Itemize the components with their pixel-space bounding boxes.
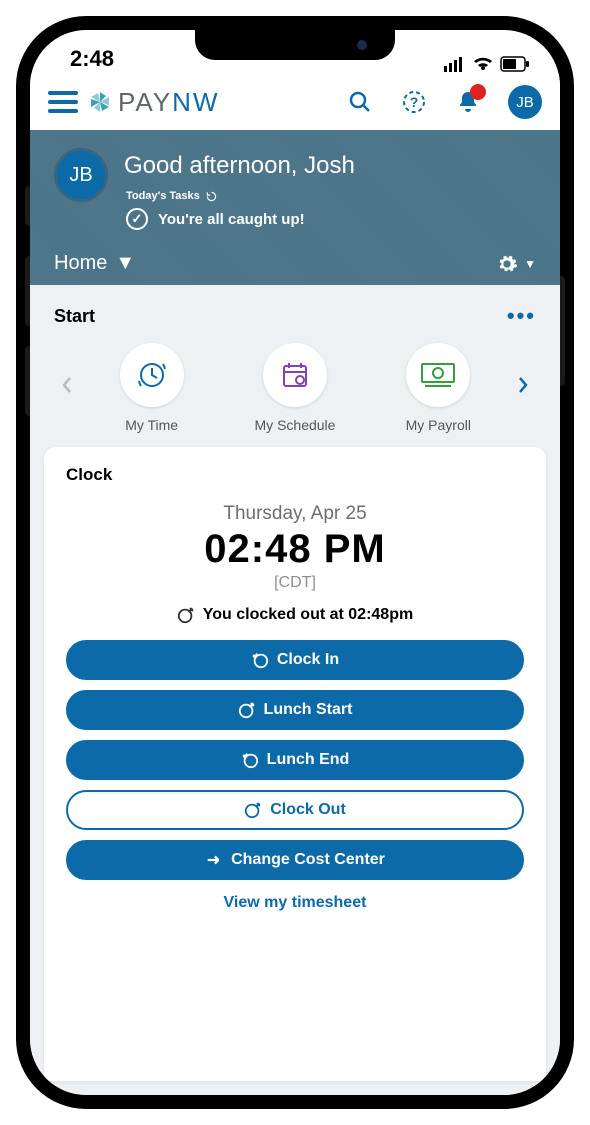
battery-icon <box>500 56 530 72</box>
arrow-right-icon <box>205 851 223 869</box>
clock-in-icon <box>251 651 269 669</box>
tile-label: My Payroll <box>406 417 471 433</box>
clock-tz: [CDT] <box>66 574 524 592</box>
lunch-start-icon <box>238 701 256 719</box>
profile-avatar[interactable]: JB <box>508 85 542 119</box>
search-button[interactable] <box>346 88 374 116</box>
caret-down-icon: ▼ <box>115 252 135 275</box>
search-icon <box>348 90 372 114</box>
calendar-icon <box>278 358 312 392</box>
chevron-right-icon <box>517 376 529 394</box>
svg-text:?: ? <box>410 94 419 110</box>
tile-my-time[interactable]: My Time <box>92 343 212 433</box>
menu-button[interactable] <box>48 91 78 113</box>
chevron-left-icon <box>61 376 73 394</box>
clock-title: Clock <box>66 465 524 485</box>
tiles-prev[interactable] <box>54 376 80 400</box>
clock-time: 02:48 PM <box>66 527 524 572</box>
clock-out-icon <box>177 606 195 624</box>
start-section: Start ••• My Time <box>30 285 560 447</box>
banner-avatar[interactable]: JB <box>54 148 108 202</box>
pinwheel-icon <box>88 90 112 114</box>
help-button[interactable]: ? <box>400 88 428 116</box>
lunch-end-button[interactable]: Lunch End <box>66 740 524 780</box>
tile-label: My Schedule <box>255 417 336 433</box>
start-more-button[interactable]: ••• <box>507 303 536 329</box>
change-cost-center-button[interactable]: Change Cost Center <box>66 840 524 880</box>
clock-out-icon <box>244 801 262 819</box>
notification-dot <box>470 84 486 100</box>
brand-logo: PAYNW <box>88 87 336 118</box>
clock-card: Clock Thursday, Apr 25 02:48 PM [CDT] Yo… <box>44 447 546 1081</box>
caught-up-row: ✓ You're all caught up! <box>126 208 536 230</box>
gear-icon <box>496 253 518 275</box>
greeting-banner: JB Good afternoon, Josh Today's Tasks ✓ … <box>30 130 560 285</box>
logo-text-pay: PAY <box>118 87 172 117</box>
phone-notch <box>195 30 395 60</box>
banner-settings[interactable]: ▼ <box>496 253 536 275</box>
lunch-start-button[interactable]: Lunch Start <box>66 690 524 730</box>
home-dropdown[interactable]: Home ▼ <box>54 252 135 275</box>
clock-in-button[interactable]: Clock In <box>66 640 524 680</box>
logo-text-nw: NW <box>172 87 219 117</box>
clock-date: Thursday, Apr 25 <box>66 503 524 525</box>
todays-tasks-label[interactable]: Today's Tasks <box>126 190 536 202</box>
refresh-icon <box>206 191 217 202</box>
notifications-button[interactable] <box>454 88 482 116</box>
tile-label: My Time <box>125 417 178 433</box>
tiles-next[interactable] <box>510 376 536 400</box>
lunch-end-icon <box>241 751 259 769</box>
check-icon: ✓ <box>126 208 148 230</box>
help-icon: ? <box>401 89 427 115</box>
tile-my-payroll[interactable]: My Payroll <box>378 343 498 433</box>
clock-icon <box>135 358 169 392</box>
wifi-icon <box>472 56 494 72</box>
caret-down-icon: ▼ <box>524 257 536 271</box>
greeting-text: Good afternoon, Josh <box>124 152 536 180</box>
clock-status: You clocked out at 02:48pm <box>66 606 524 624</box>
view-timesheet-link[interactable]: View my timesheet <box>66 894 524 912</box>
start-title: Start <box>54 306 95 327</box>
clock-out-button[interactable]: Clock Out <box>66 790 524 830</box>
signal-icon <box>444 56 466 72</box>
status-time: 2:48 <box>70 46 114 72</box>
app-header: PAYNW ? JB <box>30 74 560 130</box>
tile-my-schedule[interactable]: My Schedule <box>235 343 355 433</box>
cash-icon <box>419 361 457 389</box>
